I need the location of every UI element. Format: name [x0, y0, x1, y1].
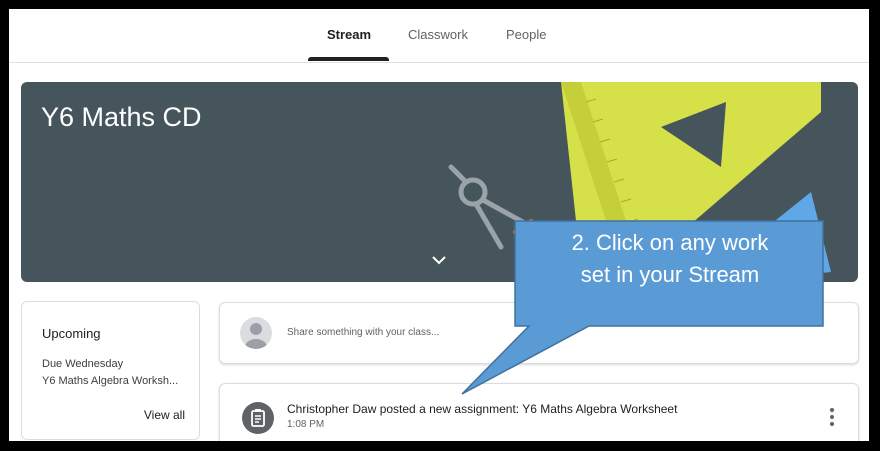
- post-title[interactable]: Christopher Daw posted a new assignment:…: [287, 402, 677, 416]
- tab-people[interactable]: People: [506, 27, 546, 42]
- classroom-window: Stream Classwork People Y6 Maths CD Upco…: [9, 9, 869, 441]
- tab-classwork[interactable]: Classwork: [408, 27, 468, 42]
- post-time: 1:08 PM: [287, 419, 325, 430]
- chevron-down-icon[interactable]: [429, 252, 449, 268]
- share-input[interactable]: Share something with your class...: [287, 327, 439, 338]
- active-tab-indicator: [308, 57, 389, 61]
- tab-stream[interactable]: Stream: [327, 27, 371, 42]
- callout-line-1: 2. Click on any work: [571, 230, 769, 255]
- assignment-icon: [242, 402, 274, 434]
- upcoming-title: Upcoming: [42, 326, 101, 341]
- upcoming-card: Upcoming Due Wednesday Y6 Maths Algebra …: [21, 301, 200, 440]
- view-all-link[interactable]: View all: [144, 408, 185, 422]
- upcoming-due-label: Due Wednesday: [42, 358, 124, 370]
- more-options-icon[interactable]: [830, 408, 834, 426]
- top-navigation: Stream Classwork People: [9, 9, 869, 63]
- share-box[interactable]: Share something with your class...: [219, 302, 859, 364]
- assignment-post[interactable]: Christopher Daw posted a new assignment:…: [219, 383, 859, 441]
- callout-line-2: set in your Stream: [580, 262, 760, 287]
- upcoming-assignment-link[interactable]: Y6 Maths Algebra Worksh...: [42, 375, 178, 387]
- user-avatar-icon: [240, 317, 272, 349]
- class-title: Y6 Maths CD: [41, 102, 202, 132]
- callout-text: 2. Click on any work set in your Stream: [522, 227, 818, 291]
